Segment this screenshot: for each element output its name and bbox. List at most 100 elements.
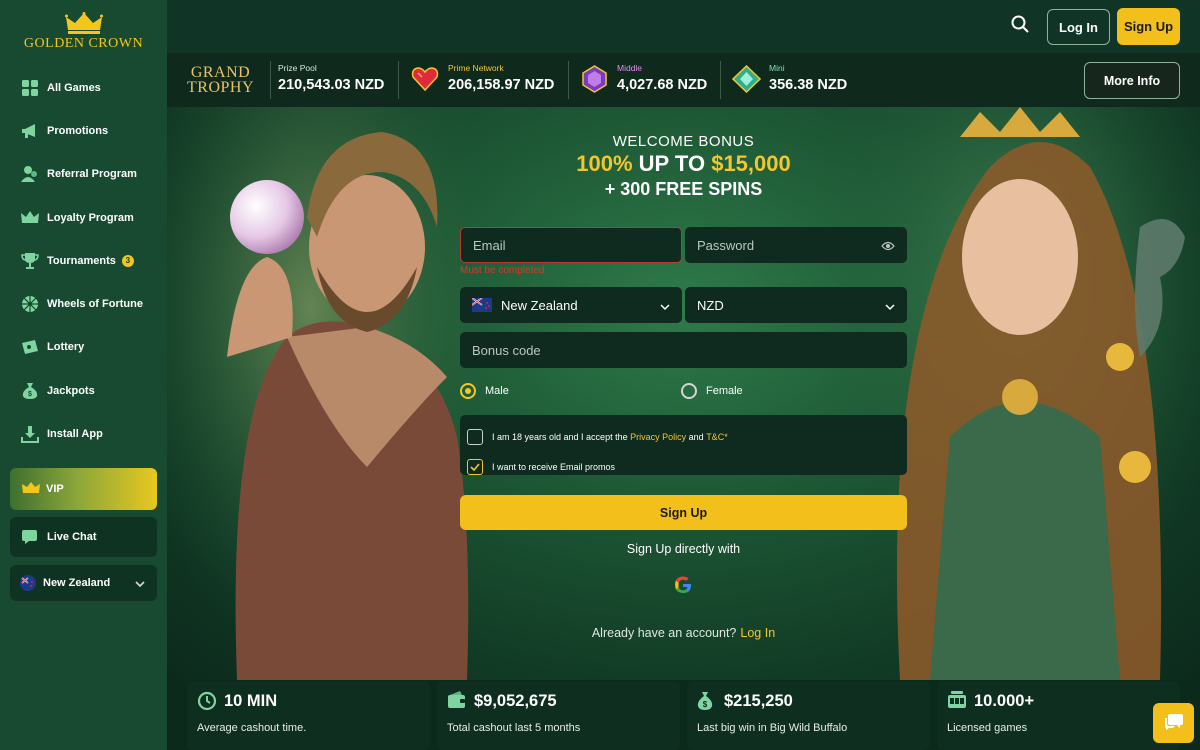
welcome-bonus-amount: 100% UP TO $15,000	[167, 151, 1200, 177]
jackpot-prize-pool: Prize Pool 210,543.03 NZD	[278, 63, 384, 93]
stat-label: Licensed games	[947, 722, 1028, 734]
tournaments-badge: 3	[121, 254, 134, 267]
required-mark: *	[724, 432, 728, 442]
more-info-button[interactable]: More Info	[1084, 62, 1180, 99]
signup-direct-text: Sign Up directly with	[626, 542, 741, 556]
sidebar-nav: All Games Promotions Referral Program Lo…	[0, 66, 167, 456]
divider	[568, 61, 569, 99]
currency-value: NZD	[697, 297, 724, 313]
money-bag-icon: $	[697, 691, 713, 716]
gender-female-radio[interactable]: Female	[681, 383, 743, 399]
sidebar-item-loyalty-program[interactable]: Loyalty Program	[0, 196, 167, 239]
already-text: Already have an account?	[591, 626, 737, 640]
jackpot-middle: Middle 4,027.68 NZD	[617, 63, 707, 93]
sidebar-item-all-games[interactable]: All Games	[0, 66, 167, 109]
jackpot-amount: 4,027.68 NZD	[617, 77, 708, 93]
sidebar-item-label: Referral Program	[47, 168, 137, 181]
grid-icon	[20, 78, 40, 98]
svg-text:$: $	[28, 391, 32, 398]
users-icon	[20, 164, 40, 184]
signup-button-header[interactable]: Sign Up	[1117, 8, 1180, 45]
jackpot-label: Middle	[617, 63, 643, 73]
signup-submit-button[interactable]: Sign Up	[460, 495, 907, 530]
google-icon[interactable]	[674, 576, 692, 599]
already-account-row: Already have an account? Log In	[167, 626, 1200, 640]
crown-logo-icon	[64, 12, 103, 34]
consent-box: I am 18 years old and I accept the Priva…	[460, 415, 907, 475]
logo[interactable]: GOLDEN CROWN	[0, 12, 167, 52]
password-placeholder: Password	[697, 237, 755, 253]
sidebar: GOLDEN CROWN All Games Promotions Referr…	[0, 0, 167, 750]
stat-value: $9,052,675	[474, 692, 557, 710]
sidebar-item-label: Tournaments	[47, 254, 116, 267]
privacy-policy-link[interactable]: Privacy Policy	[630, 432, 686, 442]
bonus-upto: UP TO	[632, 151, 712, 176]
sidebar-item-referral-program[interactable]: Referral Program	[0, 153, 167, 196]
password-field[interactable]: Password	[685, 227, 907, 263]
jackpot-amount: 356.38 NZD	[769, 77, 848, 93]
logo-text: GOLDEN CROWN	[23, 36, 144, 51]
chat-icon	[22, 529, 40, 545]
chat-fab-button[interactable]	[1153, 703, 1194, 743]
sidebar-item-label: Install App	[47, 428, 103, 441]
tc-link[interactable]: T&C	[706, 432, 724, 442]
age-terms-text: I am 18 years old and I accept the Priva…	[492, 432, 728, 442]
jackpot-label: Prime Network	[448, 63, 504, 73]
sidebar-item-label: Lottery	[47, 341, 85, 354]
email-placeholder: Email	[473, 237, 506, 253]
bonus-code-placeholder: Bonus code	[472, 342, 541, 358]
sidebar-item-label: Wheels of Fortune	[47, 298, 143, 311]
bonus-amount: $15,000	[711, 151, 791, 176]
jackpot-mini: Mini 356.38 NZD	[769, 63, 847, 93]
currency-select[interactable]: NZD	[685, 287, 907, 323]
stat-card: 10.000+ Licensed games	[937, 681, 1180, 750]
gender-male-radio[interactable]: Male	[460, 383, 509, 399]
jackpot-label: Prize Pool	[278, 63, 317, 73]
sidebar-item-wheels-of-fortune[interactable]: Wheels of Fortune	[0, 282, 167, 325]
login-link[interactable]: Log In	[740, 626, 775, 640]
country-selector[interactable]: New Zealand	[10, 565, 157, 601]
sidebar-item-jackpots[interactable]: $ Jackpots	[0, 369, 167, 412]
stat-value: 10 MIN	[224, 692, 278, 710]
vip-button[interactable]: VIP	[10, 468, 157, 510]
stat-value: $215,250	[724, 692, 793, 710]
welcome-bonus-title: WELCOME BONUS	[612, 133, 755, 150]
stat-label: Average cashout time.	[197, 722, 307, 734]
chevron-down-icon	[660, 299, 670, 314]
megaphone-icon	[20, 121, 40, 141]
jackpot-bar: GRAND TROPHY Prize Pool 210,543.03 NZD P…	[167, 53, 1200, 107]
stat-label: Last big win in Big Wild Buffalo	[697, 722, 848, 734]
sidebar-item-label: Jackpots	[47, 384, 95, 397]
crown-icon	[20, 208, 40, 228]
svg-text:$: $	[703, 700, 708, 709]
chevron-down-icon	[135, 579, 145, 591]
live-chat-label: Live Chat	[47, 531, 97, 543]
login-button[interactable]: Log In	[1047, 9, 1110, 45]
bonus-code-field[interactable]: Bonus code	[460, 332, 907, 368]
eye-icon[interactable]	[881, 239, 895, 254]
live-chat-button[interactable]: Live Chat	[10, 517, 157, 557]
stat-card: $9,052,675 Total cashout last 5 months	[437, 681, 680, 750]
wheel-icon	[20, 294, 40, 314]
email-promos-checkbox[interactable]	[467, 459, 483, 475]
grand-trophy-line2: TROPHY	[187, 79, 255, 96]
age-terms-checkbox[interactable]	[467, 429, 483, 445]
email-promos-row: I want to receive Email promos	[467, 459, 615, 475]
country-select[interactable]: New Zealand	[460, 287, 682, 323]
hero-banner: WELCOME BONUS 100% UP TO $15,000 + 300 F…	[167, 107, 1200, 680]
search-icon[interactable]	[1011, 15, 1029, 38]
chat-bubble-icon	[1164, 712, 1184, 735]
chevron-down-icon	[885, 299, 895, 314]
email-field[interactable]: Email	[460, 227, 682, 263]
clock-icon	[197, 691, 217, 716]
slot-machine-icon	[947, 691, 967, 714]
stat-card: 10 MIN Average cashout time.	[187, 681, 430, 750]
sidebar-item-install-app[interactable]: Install App	[0, 412, 167, 455]
sidebar-item-label: Promotions	[47, 124, 109, 137]
sidebar-item-tournaments[interactable]: Tournaments 3	[0, 239, 167, 282]
radio-dot	[681, 383, 697, 399]
and-word: and	[688, 432, 704, 442]
sidebar-item-lottery[interactable]: Lottery	[0, 326, 167, 369]
bonus-percent: 100%	[576, 151, 633, 176]
sidebar-item-promotions[interactable]: Promotions	[0, 109, 167, 152]
